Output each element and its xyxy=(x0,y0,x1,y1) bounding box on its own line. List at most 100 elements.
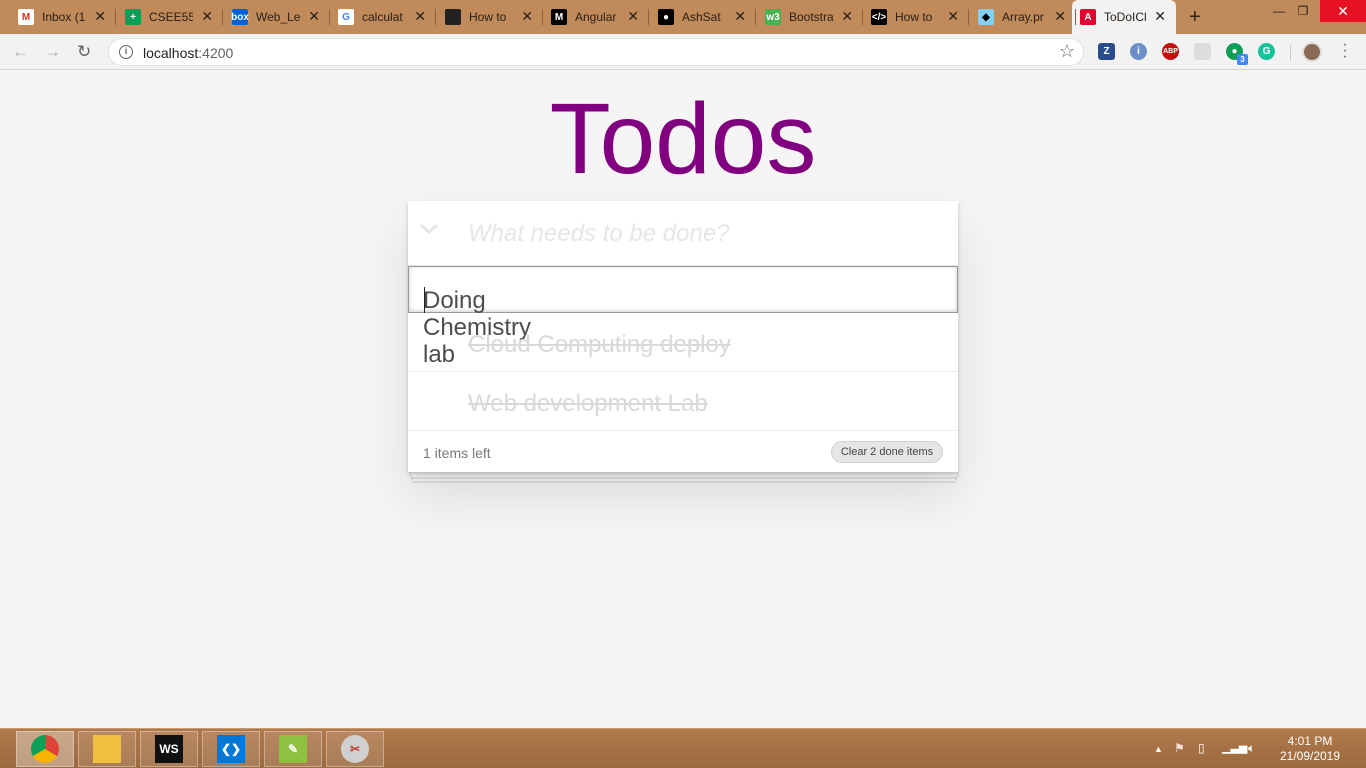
tab-close-icon[interactable]: ✕ xyxy=(734,9,746,23)
hangouts-icon[interactable]: ● 3 xyxy=(1226,43,1248,65)
browser-tab[interactable]: </> How to ✕ xyxy=(863,0,969,34)
tab-separator xyxy=(542,9,543,25)
items-left-count: 1 items left xyxy=(423,445,491,461)
gmail-icon: M xyxy=(18,9,34,25)
url-text: localhost:4200 xyxy=(143,45,233,61)
tab-label: Web_Le xyxy=(256,10,300,24)
text-caret xyxy=(424,287,425,313)
extension-glyph: Z xyxy=(1103,46,1110,57)
puzzle-icon[interactable] xyxy=(1194,43,1211,60)
tab-close-icon[interactable]: ✕ xyxy=(414,9,426,23)
tab-label: ToDoICl xyxy=(1104,10,1147,24)
windows-taskbar: ▲ ⚑ ▯ ▁▃▅ 🔈︎ 4:01 PM 21/09/2019 WS ❮❯ ✎ ✂ xyxy=(0,728,1366,768)
sheets-icon: + xyxy=(125,9,141,25)
page-icon xyxy=(445,9,461,25)
page-title: Todos xyxy=(549,83,817,195)
close-window-button[interactable]: ✕ xyxy=(1320,0,1366,22)
chrome-icon xyxy=(31,735,59,763)
browser-tab[interactable]: + CSEE550 ✕ xyxy=(117,0,223,34)
tab-separator xyxy=(115,9,116,25)
github-icon: ● xyxy=(658,9,674,25)
browser-tab[interactable]: box Web_Le ✕ xyxy=(224,0,330,34)
browser-tab[interactable]: ● AshSat ✕ xyxy=(650,0,756,34)
tab-label: CSEE550 xyxy=(149,10,193,24)
reload-button[interactable]: ↻ xyxy=(77,42,91,62)
forward-button[interactable]: → xyxy=(44,42,61,62)
tab-close-icon[interactable]: ✕ xyxy=(841,9,853,23)
tab-close-icon[interactable]: ✕ xyxy=(201,9,213,23)
todo-item-label[interactable]: Cloud Computing deploy xyxy=(468,331,731,358)
tab-separator xyxy=(1075,9,1076,25)
taskbar-app[interactable] xyxy=(16,731,74,767)
browser-tab[interactable]: Gcalculat ✕ xyxy=(330,0,436,34)
extension-glyph: i xyxy=(1137,46,1140,57)
edit-todo-input[interactable]: Doing Chemistry lab xyxy=(408,266,958,368)
browser-tab[interactable]: w3 Bootstra ✕ xyxy=(757,0,863,34)
site-info-icon[interactable]: i xyxy=(119,45,133,59)
bookmark-star-icon[interactable]: ☆ xyxy=(1059,41,1075,62)
toolbar-divider xyxy=(1290,45,1291,61)
browser-tab[interactable]: A ToDoICl ✕ xyxy=(1072,0,1176,34)
back-button[interactable]: ← xyxy=(12,42,29,62)
extension-icon[interactable]: i xyxy=(1130,43,1147,60)
browser-tab[interactable]: M Inbox (1 ✕ xyxy=(10,0,116,34)
taskbar-clock[interactable]: 4:01 PM 21/09/2019 xyxy=(1270,734,1350,764)
battery-icon[interactable]: ▯ xyxy=(1198,741,1205,755)
tab-separator xyxy=(648,9,649,25)
new-todo-input[interactable] xyxy=(468,219,938,249)
extension-glyph: ABP xyxy=(1163,48,1178,55)
wifi-signal-icon[interactable]: ▁▃▅ xyxy=(1222,741,1247,754)
todo-app-card: Doing Chemistry lab Cloud Computing depl… xyxy=(408,201,958,472)
url-host: localhost xyxy=(143,45,199,61)
address-bar[interactable]: i localhost:4200 ☆ xyxy=(108,38,1084,66)
profile-avatar[interactable] xyxy=(1302,42,1322,62)
tab-separator xyxy=(329,9,330,25)
toggle-all-chevron-icon[interactable] xyxy=(418,219,440,239)
browser-tab[interactable]: How to ✕ xyxy=(437,0,543,34)
todo-item-label[interactable]: Web development Lab xyxy=(468,390,708,417)
tray-overflow-chevron-icon[interactable]: ▲ xyxy=(1154,744,1163,754)
tab-close-icon[interactable]: ✕ xyxy=(1154,9,1166,23)
tab-label: How to xyxy=(469,10,507,24)
tab-close-icon[interactable]: ✕ xyxy=(947,9,959,23)
tab-separator xyxy=(755,9,756,25)
tab-label: How to xyxy=(895,10,933,24)
w3schools-icon: w3 xyxy=(765,9,781,25)
taskbar-app[interactable]: ✎ xyxy=(264,731,322,767)
taskbar-app[interactable] xyxy=(78,731,136,767)
clear-completed-button[interactable]: Clear 2 done items xyxy=(831,441,943,463)
file-explorer-icon xyxy=(93,735,121,763)
taskbar-app[interactable]: ❮❯ xyxy=(202,731,260,767)
todo-item[interactable]: Cloud Computing deploy xyxy=(408,313,958,372)
url-port: :4200 xyxy=(198,45,234,61)
tab-close-icon[interactable]: ✕ xyxy=(308,9,320,23)
todo-footer: 1 items left Clear 2 done items xyxy=(408,432,958,472)
browser-tab-strip: A ToDoICl ✕ ◆ Array.pr ✕ </> How to ✕ w3 Bootstra ✕… xyxy=(0,0,1366,34)
adblock-icon[interactable]: ABP xyxy=(1162,43,1179,60)
zotero-icon[interactable]: Z xyxy=(1098,43,1115,60)
angular-icon: A xyxy=(1080,9,1096,25)
new-tab-button[interactable]: + xyxy=(1189,6,1201,29)
todo-item[interactable]: Web development Lab xyxy=(408,372,958,431)
tab-label: Bootstra xyxy=(789,10,833,24)
notepad-plus-icon: ✎ xyxy=(279,735,307,763)
taskbar-app[interactable]: ✂ xyxy=(326,731,384,767)
snipping-tool-icon: ✂ xyxy=(341,735,369,763)
clock-date: 21/09/2019 xyxy=(1279,749,1341,763)
browser-menu-icon[interactable]: · · · xyxy=(1340,37,1350,65)
tab-close-icon[interactable]: ✕ xyxy=(521,9,533,23)
tab-close-icon[interactable]: ✕ xyxy=(627,9,639,23)
browser-tab[interactable]: ◆ Array.pr ✕ xyxy=(970,0,1076,34)
box-icon: box xyxy=(231,9,249,25)
taskbar-app[interactable]: WS xyxy=(140,731,198,767)
tab-close-icon[interactable]: ✕ xyxy=(1054,9,1066,23)
grammarly-icon[interactable]: G xyxy=(1258,43,1275,60)
vscode-icon: ❮❯ xyxy=(217,735,245,763)
browser-tab[interactable]: M Angular ✕ xyxy=(543,0,649,34)
volume-icon[interactable]: 🔈︎ xyxy=(1248,741,1255,756)
browser-toolbar: ← → ↻ i localhost:4200 ☆ Zi ABP ● 3 G · · · xyxy=(0,34,1366,70)
tab-close-icon[interactable]: ✕ xyxy=(94,9,106,23)
network-warning-icon[interactable]: ⚑ xyxy=(1174,741,1185,755)
tab-label: Inbox (1 xyxy=(42,10,86,24)
tab-separator xyxy=(968,9,969,25)
